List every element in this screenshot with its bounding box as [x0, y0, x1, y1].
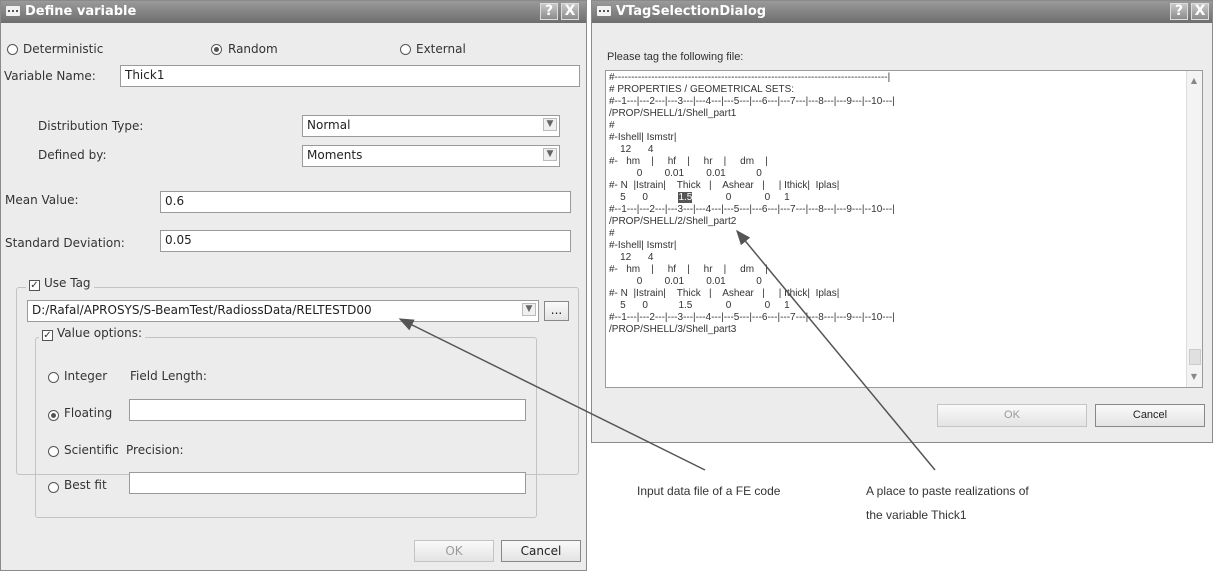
chevron-down-icon: ▼ — [543, 118, 557, 131]
window-menu-icon[interactable] — [6, 6, 20, 16]
cancel-button[interactable]: Cancel — [1095, 404, 1205, 427]
file-line: #--1---|---2---|---3---|---4---|---5---|… — [609, 96, 895, 107]
file-line: 5 0 1.5 0 0 1 — [609, 192, 790, 203]
annotation-paste-place-line2: the variable Thick1 — [866, 508, 967, 522]
file-line: 12 4 — [609, 252, 654, 263]
use-tag-label: Use Tag — [44, 276, 91, 290]
radio-integer[interactable] — [48, 372, 59, 383]
help-button[interactable]: ? — [1170, 3, 1188, 20]
file-line: 0 0.01 0.01 0 — [609, 168, 762, 179]
file-line: 12 4 — [609, 144, 654, 155]
std-deviation-label: Standard Deviation: — [5, 236, 125, 250]
ok-button[interactable]: OK — [414, 540, 494, 562]
file-line: #---------------------------------------… — [609, 72, 891, 83]
vertical-scrollbar[interactable]: ▲ ▼ — [1186, 71, 1202, 387]
chevron-down-icon: ▼ — [543, 148, 557, 161]
value-options-checkbox[interactable]: ✓ — [42, 330, 53, 341]
variable-name-input[interactable]: Thick1 — [120, 65, 580, 87]
value-options-label: Value options: — [57, 326, 143, 340]
file-line: #-Ishell| Ismstr| — [609, 132, 677, 143]
file-line: #--1---|---2---|---3---|---4---|---5---|… — [609, 204, 895, 215]
defined-by-value: Moments — [307, 148, 363, 162]
file-path-select[interactable]: D:/Rafal/APROSYS/S-BeamTest/RadiossData/… — [27, 300, 539, 322]
tag-selection-window: VTagSelectionDialog ? X Please tag the f… — [591, 0, 1213, 443]
radio-scientific[interactable] — [48, 446, 59, 457]
radio-deterministic[interactable] — [7, 44, 18, 55]
annotation-input-file: Input data file of a FE code — [637, 484, 781, 498]
radio-best-fit-label: Best fit — [64, 478, 107, 492]
file-line: #--1---|---2---|---3---|---4---|---5---|… — [609, 312, 895, 323]
tagged-value-highlight[interactable]: 1.5 — [678, 192, 693, 203]
value-options-group-header: ✓ Value options: — [39, 326, 146, 341]
radio-scientific-label: Scientific — [64, 443, 119, 457]
radio-best-fit[interactable] — [48, 482, 59, 493]
window-menu-icon[interactable] — [597, 6, 611, 16]
tag-selection-title: VTagSelectionDialog — [616, 4, 767, 19]
file-lines: #---------------------------------------… — [609, 72, 1186, 336]
file-text-area[interactable]: #---------------------------------------… — [605, 70, 1203, 388]
distribution-type-label: Distribution Type: — [38, 119, 144, 133]
define-variable-window: Define variable ? X Deterministic Random… — [0, 0, 587, 571]
file-line: #- hm | hf | hr | dm | — [609, 156, 768, 167]
floating-input[interactable] — [129, 399, 526, 421]
radio-external[interactable] — [400, 44, 411, 55]
define-variable-title: Define variable — [25, 4, 137, 19]
file-line: # — [609, 120, 615, 131]
scroll-down-icon[interactable]: ▼ — [1188, 371, 1200, 383]
radio-floating-label: Floating — [64, 406, 113, 420]
mean-value-input[interactable]: 0.6 — [160, 191, 571, 213]
radio-random-label: Random — [228, 42, 278, 56]
file-line: #- hm | hf | hr | dm | — [609, 264, 768, 275]
use-tag-checkbox[interactable]: ✓ — [29, 280, 40, 291]
tag-prompt: Please tag the following file: — [607, 51, 744, 63]
scroll-thumb[interactable] — [1189, 349, 1201, 365]
file-line: #- N |Istrain| Thick | Ashear | | Ithick… — [609, 288, 840, 299]
chevron-down-icon: ▼ — [522, 303, 536, 316]
annotation-paste-place-line1: A place to paste realizations of — [866, 484, 1029, 498]
use-tag-group-header: ✓ Use Tag — [26, 276, 94, 291]
best-fit-input[interactable] — [129, 472, 526, 494]
precision-label: Precision: — [126, 443, 184, 457]
file-line: # — [609, 228, 615, 239]
radio-integer-label: Integer — [64, 369, 108, 383]
file-line: #-Ishell| Ismstr| — [609, 240, 677, 251]
file-line: 5 0 1.5 0 0 1 — [609, 300, 790, 311]
file-line: #- N |Istrain| Thick | Ashear | | Ithick… — [609, 180, 840, 191]
field-length-label: Field Length: — [130, 369, 207, 383]
file-line: /PROP/SHELL/3/Shell_part3 — [609, 324, 737, 335]
help-button[interactable]: ? — [540, 3, 558, 20]
tag-selection-titlebar[interactable]: VTagSelectionDialog ? X — [592, 1, 1212, 23]
file-line: 0 0.01 0.01 0 — [609, 276, 762, 287]
file-line: /PROP/SHELL/1/Shell_part1 — [609, 108, 737, 119]
ok-button[interactable]: OK — [937, 404, 1087, 427]
file-line: /PROP/SHELL/2/Shell_part2 — [609, 216, 737, 227]
file-path-value: D:/Rafal/APROSYS/S-BeamTest/RadiossData/… — [32, 303, 372, 317]
radio-floating[interactable] — [48, 410, 59, 421]
radio-deterministic-label: Deterministic — [23, 42, 104, 56]
radio-external-label: External — [416, 42, 466, 56]
distribution-type-select[interactable]: Normal ▼ — [302, 115, 560, 137]
defined-by-select[interactable]: Moments ▼ — [302, 145, 560, 167]
close-button[interactable]: X — [1191, 3, 1209, 20]
cancel-button[interactable]: Cancel — [501, 540, 581, 562]
std-deviation-input[interactable]: 0.05 — [160, 230, 571, 252]
variable-name-label: Variable Name: — [4, 69, 96, 83]
file-line: # PROPERTIES / GEOMETRICAL SETS: — [609, 84, 795, 95]
defined-by-label: Defined by: — [38, 148, 107, 162]
radio-random[interactable] — [211, 44, 222, 55]
distribution-type-value: Normal — [307, 118, 351, 132]
browse-button[interactable]: ... — [544, 301, 569, 321]
close-button[interactable]: X — [561, 3, 579, 20]
define-variable-titlebar[interactable]: Define variable ? X — [1, 1, 586, 23]
scroll-up-icon[interactable]: ▲ — [1188, 75, 1200, 87]
mean-value-label: Mean Value: — [5, 193, 79, 207]
